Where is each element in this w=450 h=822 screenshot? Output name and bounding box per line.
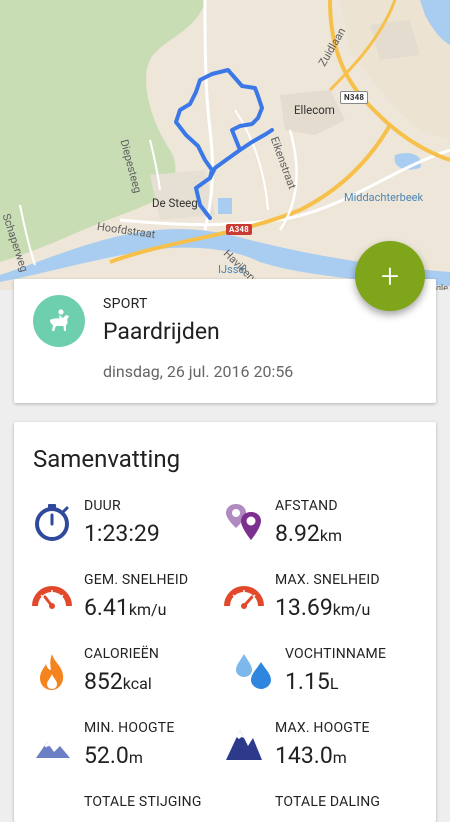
stat-label-duur: DUUR: [84, 498, 121, 514]
map-credit: gle: [435, 284, 448, 290]
stat-value-max-hoogte: 143.0m: [275, 742, 347, 769]
stopwatch-icon: [35, 504, 69, 541]
stat-label-max-snelheid: MAX. SNELHEID: [275, 572, 380, 588]
map-label-de-steeg: De Steeg: [152, 196, 198, 210]
plus-icon: +: [380, 257, 400, 295]
stat-value-gem-snelheid: 6.41km/u: [84, 594, 167, 621]
summary-title: Samenvatting: [33, 445, 181, 473]
sport-name: Paardrijden: [103, 318, 220, 345]
location-pins-icon: [226, 504, 261, 540]
map-label-ellecom: Ellecom: [294, 103, 335, 117]
stat-value-calorieen: 852kcal: [84, 668, 152, 695]
stat-value-max-snelheid: 13.69km/u: [275, 594, 371, 621]
water-drops-icon: [236, 654, 271, 689]
sport-date: dinsdag, 26 jul. 2016 20:56: [103, 362, 294, 381]
mountain-low-icon: [36, 742, 70, 758]
stat-value-afstand: 8.92km: [275, 520, 342, 547]
speedometer-max-icon: [224, 586, 264, 609]
stat-label-totale-stijging: TOTALE STIJGING: [84, 794, 202, 810]
stat-label-afstand: AFSTAND: [275, 498, 338, 514]
sport-label: SPORT: [103, 296, 148, 312]
sport-avatar: [33, 295, 85, 347]
add-button[interactable]: +: [355, 241, 425, 311]
stat-label-gem-snelheid: GEM. SNELHEID: [84, 572, 189, 588]
stat-value-min-hoogte: 52.0m: [84, 742, 143, 769]
stat-label-max-hoogte: MAX. HOOGTE: [275, 720, 370, 736]
horse-riding-icon: [50, 309, 69, 331]
stat-label-min-hoogte: MIN. HOOGTE: [84, 720, 175, 736]
map-label-ijssel: IJssel: [218, 263, 247, 276]
flame-icon: [40, 654, 64, 690]
road-shield-a348: A348: [226, 224, 252, 235]
stat-label-calorieen: CALORIEËN: [84, 646, 160, 662]
map-label-middachterbeek: Middachterbeek: [344, 191, 424, 204]
mountain-high-icon: [226, 730, 262, 760]
road-shield-n348: N348: [340, 91, 369, 104]
stat-label-totale-daling: TOTALE DALING: [275, 794, 381, 810]
stat-value-duur: 1:23:29: [84, 520, 160, 547]
stat-label-vochtinname: VOCHTINNAME: [285, 646, 387, 662]
stat-value-vochtinname: 1.15L: [285, 668, 339, 695]
speedometer-icon: [32, 586, 72, 609]
